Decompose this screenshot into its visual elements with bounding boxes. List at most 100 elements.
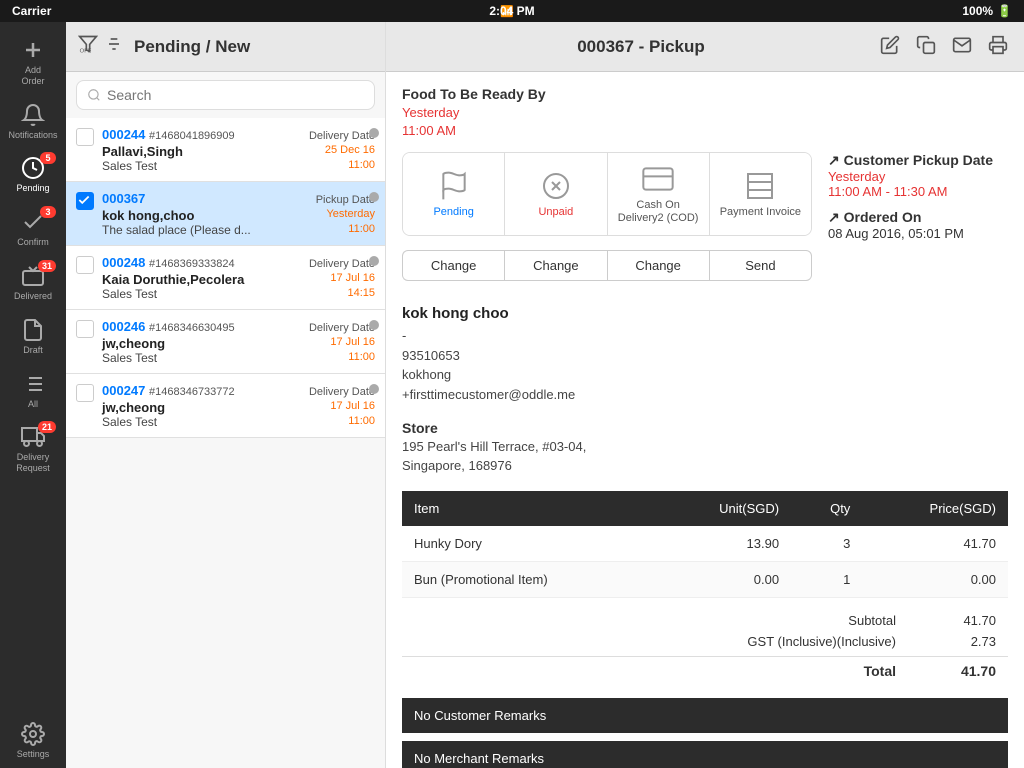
order-item-000246[interactable]: 000246 #1468346630495 Delivery Date jw,c… bbox=[66, 310, 385, 374]
sidebar-item-all[interactable]: All bbox=[0, 364, 66, 418]
ordered-on-label: ↗ Ordered On bbox=[828, 209, 1008, 226]
item-unit-1: 13.90 bbox=[656, 526, 791, 562]
table-row: Bun (Promotional Item) 0.00 1 0.00 bbox=[402, 561, 1008, 597]
change-btn-3[interactable]: Change bbox=[607, 250, 709, 281]
order-dot bbox=[369, 320, 379, 330]
order-num: 000244 bbox=[102, 127, 149, 142]
sidebar-item-draft[interactable]: Draft bbox=[0, 310, 66, 364]
ordered-on-date: 08 Aug 2016, 05:01 PM bbox=[828, 226, 1008, 241]
unpaid-icon-label: Unpaid bbox=[538, 206, 573, 219]
order-item-000367[interactable]: 000367 Pickup Date kok hong,choo Yesterd… bbox=[66, 182, 385, 246]
payment-invoice-action-icon[interactable]: Payment Invoice bbox=[710, 153, 811, 235]
total-row: Total 41.70 bbox=[402, 656, 1008, 682]
detail-header: 000367 - Pickup bbox=[386, 22, 1024, 72]
order-type: Delivery Date bbox=[309, 322, 375, 334]
gst-value: 2.73 bbox=[936, 634, 996, 649]
order-checkbox[interactable] bbox=[76, 192, 94, 210]
store-address: 195 Pearl's Hill Terrace, #03-04,Singapo… bbox=[402, 438, 1008, 474]
delivered-badge: 31 bbox=[38, 260, 56, 272]
pickup-date: Yesterday bbox=[828, 169, 1008, 184]
order-item-000248[interactable]: 000248 #1468369333824 Delivery Date Kaia… bbox=[66, 246, 385, 310]
pickup-time: 11:00 AM - 11:30 AM bbox=[828, 184, 1008, 199]
order-time: 14:15 bbox=[347, 287, 375, 301]
sidebar-item-confirm[interactable]: 3 Confirm bbox=[0, 202, 66, 256]
panel-title: Pending / New bbox=[134, 37, 250, 57]
order-num: 000248 bbox=[102, 255, 149, 270]
search-input[interactable] bbox=[107, 87, 364, 103]
order-store: Sales Test bbox=[102, 159, 157, 173]
remarks-merchant-bar: No Merchant Remarks bbox=[402, 741, 1008, 768]
order-num: 000246 bbox=[102, 319, 149, 334]
col-unit: Unit(SGD) bbox=[656, 491, 791, 526]
svg-text:OFF: OFF bbox=[80, 48, 92, 54]
confirm-label: Confirm bbox=[17, 237, 49, 248]
battery-label: 100% bbox=[962, 4, 993, 18]
pending-badge: 5 bbox=[40, 152, 56, 164]
sidebar-item-notifications[interactable]: Notifications bbox=[0, 95, 66, 149]
unpaid-action-icon[interactable]: Unpaid bbox=[505, 153, 607, 235]
sidebar-item-settings[interactable]: Settings bbox=[0, 714, 66, 768]
settings-label: Settings bbox=[17, 749, 50, 760]
sort-icon[interactable] bbox=[104, 34, 124, 59]
sidebar-item-delivered[interactable]: 31 Delivered bbox=[0, 256, 66, 310]
ordered-on-section: ↗ Ordered On 08 Aug 2016, 05:01 PM bbox=[828, 209, 1008, 241]
order-list-header: OFF Pending / New bbox=[66, 22, 385, 72]
order-dot bbox=[369, 128, 379, 138]
change-btn-1[interactable]: Change bbox=[402, 250, 504, 281]
add-order-label: AddOrder bbox=[21, 65, 44, 87]
table-row: Hunky Dory 13.90 3 41.70 bbox=[402, 526, 1008, 562]
carrier-label: Carrier bbox=[12, 4, 51, 18]
order-store: The salad place (Please d... bbox=[102, 223, 251, 237]
item-name-1: Hunky Dory bbox=[402, 526, 656, 562]
filter-icon[interactable]: OFF bbox=[78, 34, 98, 59]
customer-detail: - 93510653 kokhong +firsttimecustomer@od… bbox=[402, 326, 1008, 404]
sidebar-item-add-order[interactable]: AddOrder bbox=[0, 30, 66, 95]
order-checkbox[interactable] bbox=[76, 128, 94, 146]
cod-action-icon[interactable]: Cash OnDelivery2 (COD) bbox=[608, 153, 710, 235]
email-button[interactable] bbox=[952, 35, 972, 58]
order-item-000247[interactable]: 000247 #1468346733772 Delivery Date jw,c… bbox=[66, 374, 385, 438]
edit-button[interactable] bbox=[880, 35, 900, 58]
search-bar[interactable] bbox=[76, 80, 375, 110]
send-btn[interactable]: Send bbox=[709, 250, 812, 281]
total-value: 41.70 bbox=[936, 663, 996, 679]
sidebar-item-delivery-request[interactable]: 21 DeliveryRequest bbox=[0, 417, 66, 482]
order-date: 25 Dec 16 bbox=[325, 144, 375, 159]
print-button[interactable] bbox=[988, 35, 1008, 58]
item-name-2: Bun (Promotional Item) bbox=[402, 561, 656, 597]
cod-icon-label: Cash OnDelivery2 (COD) bbox=[618, 199, 699, 225]
store-label: Store bbox=[402, 420, 1008, 436]
order-dot bbox=[369, 384, 379, 394]
order-checkbox[interactable] bbox=[76, 256, 94, 274]
store-section: Store 195 Pearl's Hill Terrace, #03-04,S… bbox=[402, 420, 1008, 474]
items-table: Item Unit(SGD) Qty Price(SGD) Hunky Dory… bbox=[402, 491, 1008, 598]
food-ready-section: Food To Be Ready By Yesterday 11:00 AM bbox=[402, 86, 1008, 140]
order-item-000244[interactable]: 000244 #1468041896909 Delivery Date Pall… bbox=[66, 118, 385, 182]
item-unit-2: 0.00 bbox=[656, 561, 791, 597]
order-hash: #1468041896909 bbox=[149, 130, 235, 142]
pickup-date-label: ↗ Customer Pickup Date bbox=[828, 152, 1008, 169]
pickup-section: ↗ Customer Pickup Date Yesterday 11:00 A… bbox=[828, 152, 1008, 199]
order-time: 11:00 bbox=[348, 159, 375, 173]
order-date: 17 Jul 16 bbox=[330, 336, 375, 351]
change-btn-2[interactable]: Change bbox=[504, 250, 606, 281]
order-checkbox[interactable] bbox=[76, 384, 94, 402]
order-hash: #1468346733772 bbox=[149, 386, 235, 398]
order-date: Yesterday bbox=[326, 208, 375, 223]
time-label: 2:04 PM bbox=[489, 4, 534, 18]
order-store: Sales Test bbox=[102, 415, 157, 429]
detail-body: Food To Be Ready By Yesterday 11:00 AM P… bbox=[386, 72, 1024, 768]
order-date: 17 Jul 16 bbox=[330, 400, 375, 415]
pending-action-icon[interactable]: Pending bbox=[403, 153, 505, 235]
totals-section: Subtotal 41.70 GST (Inclusive)(Inclusive… bbox=[402, 610, 1008, 682]
order-time: 11:00 bbox=[348, 351, 375, 365]
confirm-badge: 3 bbox=[40, 206, 56, 218]
order-checkbox[interactable] bbox=[76, 320, 94, 338]
order-store: Sales Test bbox=[102, 351, 157, 365]
draft-label: Draft bbox=[23, 345, 43, 356]
sidebar-item-pending[interactable]: 5 Pending bbox=[0, 148, 66, 202]
payment-invoice-icon-label: Payment Invoice bbox=[720, 206, 801, 219]
detail-title: 000367 - Pickup bbox=[577, 37, 705, 57]
order-hash: #1468369333824 bbox=[149, 258, 235, 270]
copy-button[interactable] bbox=[916, 35, 936, 58]
